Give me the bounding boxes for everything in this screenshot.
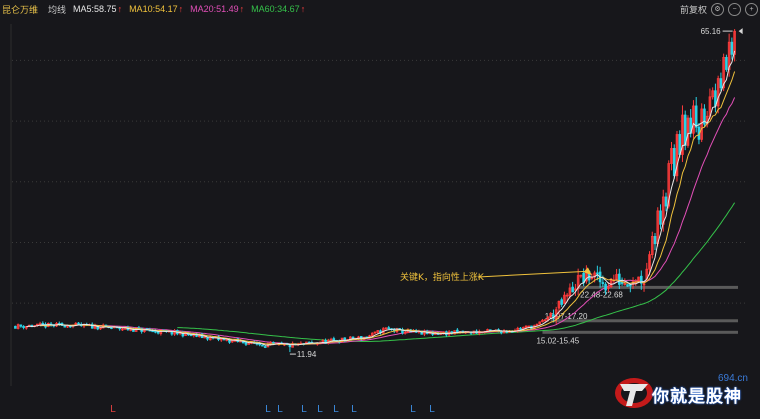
ma-up-arrow-icon: ↑ xyxy=(117,4,123,14)
ma-value-0: MA5:58.75↑ xyxy=(73,4,122,14)
candle-down xyxy=(244,342,248,345)
candle-down xyxy=(629,284,632,287)
watermark-logo: 694.cn 你就是股神 xyxy=(612,372,760,414)
candle-down xyxy=(620,282,624,284)
candle-down xyxy=(332,338,336,341)
ma-value-3: MA60:34.67↑ xyxy=(251,4,305,14)
candle-down xyxy=(189,334,193,337)
support-zone-label: 22.48-22.68 xyxy=(580,290,623,299)
candle-down xyxy=(154,330,157,333)
candle-down xyxy=(725,56,728,70)
candle-down xyxy=(156,331,160,334)
candle-down xyxy=(456,329,459,333)
plus-icon[interactable]: + xyxy=(745,2,758,16)
watermark-emblem-icon xyxy=(615,378,653,408)
signal-marker: L xyxy=(317,404,323,414)
indicator-selector[interactable]: 均线 xyxy=(48,3,66,16)
candlestick-plot[interactable]: 22.48-22.6816.97-17.2015.02-15.4565.1611… xyxy=(0,18,760,414)
high-marker-label: 65.16 xyxy=(701,27,722,36)
support-zone-label: 15.02-15.45 xyxy=(536,336,579,345)
candle-down xyxy=(206,337,209,340)
candle-down xyxy=(63,325,67,328)
stock-name[interactable]: 昆仑万维 xyxy=(2,3,38,16)
price-adjust-selector[interactable]: 前复权 xyxy=(680,3,707,16)
signal-marker: L xyxy=(351,404,357,414)
watermark-text: 你就是股神 xyxy=(652,387,742,407)
ma20-line xyxy=(67,97,736,345)
ma-value-label: MA60:34.67 xyxy=(251,4,300,14)
low-marker-label: 11.94 xyxy=(297,350,317,359)
ma-values: MA5:58.75↑ MA10:54.17↑ MA20:51.49↑ MA60:34.… xyxy=(73,4,312,14)
candle-down xyxy=(14,325,17,329)
ma-value-label: MA5:58.75 xyxy=(73,4,117,14)
candle-down xyxy=(653,236,657,245)
candle-down xyxy=(22,325,25,328)
signal-marker: L xyxy=(110,404,116,414)
candle-down xyxy=(110,327,113,329)
ma-value-1: MA10:54.17↑ xyxy=(129,4,183,14)
ma-value-2: MA20:51.49↑ xyxy=(190,4,244,14)
candle-down xyxy=(719,78,723,89)
candle-down xyxy=(261,344,264,347)
gear-icon[interactable]: ⚙ xyxy=(711,2,724,16)
ma-value-label: MA10:54.17 xyxy=(129,4,178,14)
ma-up-arrow-icon: ↑ xyxy=(300,4,306,14)
annotation-arrow xyxy=(477,270,588,278)
candle-down xyxy=(672,148,676,177)
signal-marker: L xyxy=(265,404,271,414)
ma-up-arrow-icon: ↑ xyxy=(178,4,184,14)
candle-down xyxy=(343,337,347,341)
minus-icon[interactable]: − xyxy=(728,2,741,16)
candle-down xyxy=(618,273,621,285)
ma-up-arrow-icon: ↑ xyxy=(239,4,245,14)
signal-marker: L xyxy=(429,404,435,414)
ma5-line xyxy=(26,50,736,346)
signal-marker: L xyxy=(410,404,416,414)
ma-value-label: MA20:51.49 xyxy=(190,4,239,14)
chart-end-arrow-icon xyxy=(738,28,743,35)
signal-marker: L xyxy=(333,404,339,414)
candle-down xyxy=(664,196,668,207)
support-zone-bar xyxy=(542,330,738,334)
candle-down xyxy=(519,327,522,330)
candle-down xyxy=(601,282,605,284)
candle-down xyxy=(626,284,629,287)
candle-down xyxy=(730,41,734,55)
candle-down xyxy=(560,299,563,305)
candle-down xyxy=(694,105,698,128)
candle-down xyxy=(19,324,23,327)
chart-header: 昆仑万维 均线 MA5:58.75↑ MA10:54.17↑ MA20:51.49↑… xyxy=(0,0,760,18)
header-controls: 前复权 ⚙ − + xyxy=(680,0,758,18)
kline-chart-panel: 昆仑万维 均线 MA5:58.75↑ MA10:54.17↑ MA20:51.49↑… xyxy=(0,0,760,414)
candle-down xyxy=(387,327,391,330)
signal-marker: L xyxy=(301,404,307,414)
candle-down xyxy=(263,346,267,348)
signal-marker: L xyxy=(277,404,283,414)
annotation-label: 关键K，指向性上涨K xyxy=(400,271,485,283)
candle-down xyxy=(571,286,574,293)
candle-down xyxy=(596,272,599,275)
candle-down xyxy=(604,283,607,291)
candle-down xyxy=(77,322,80,325)
support-zone-bar xyxy=(578,285,738,289)
candle-down xyxy=(659,210,662,225)
